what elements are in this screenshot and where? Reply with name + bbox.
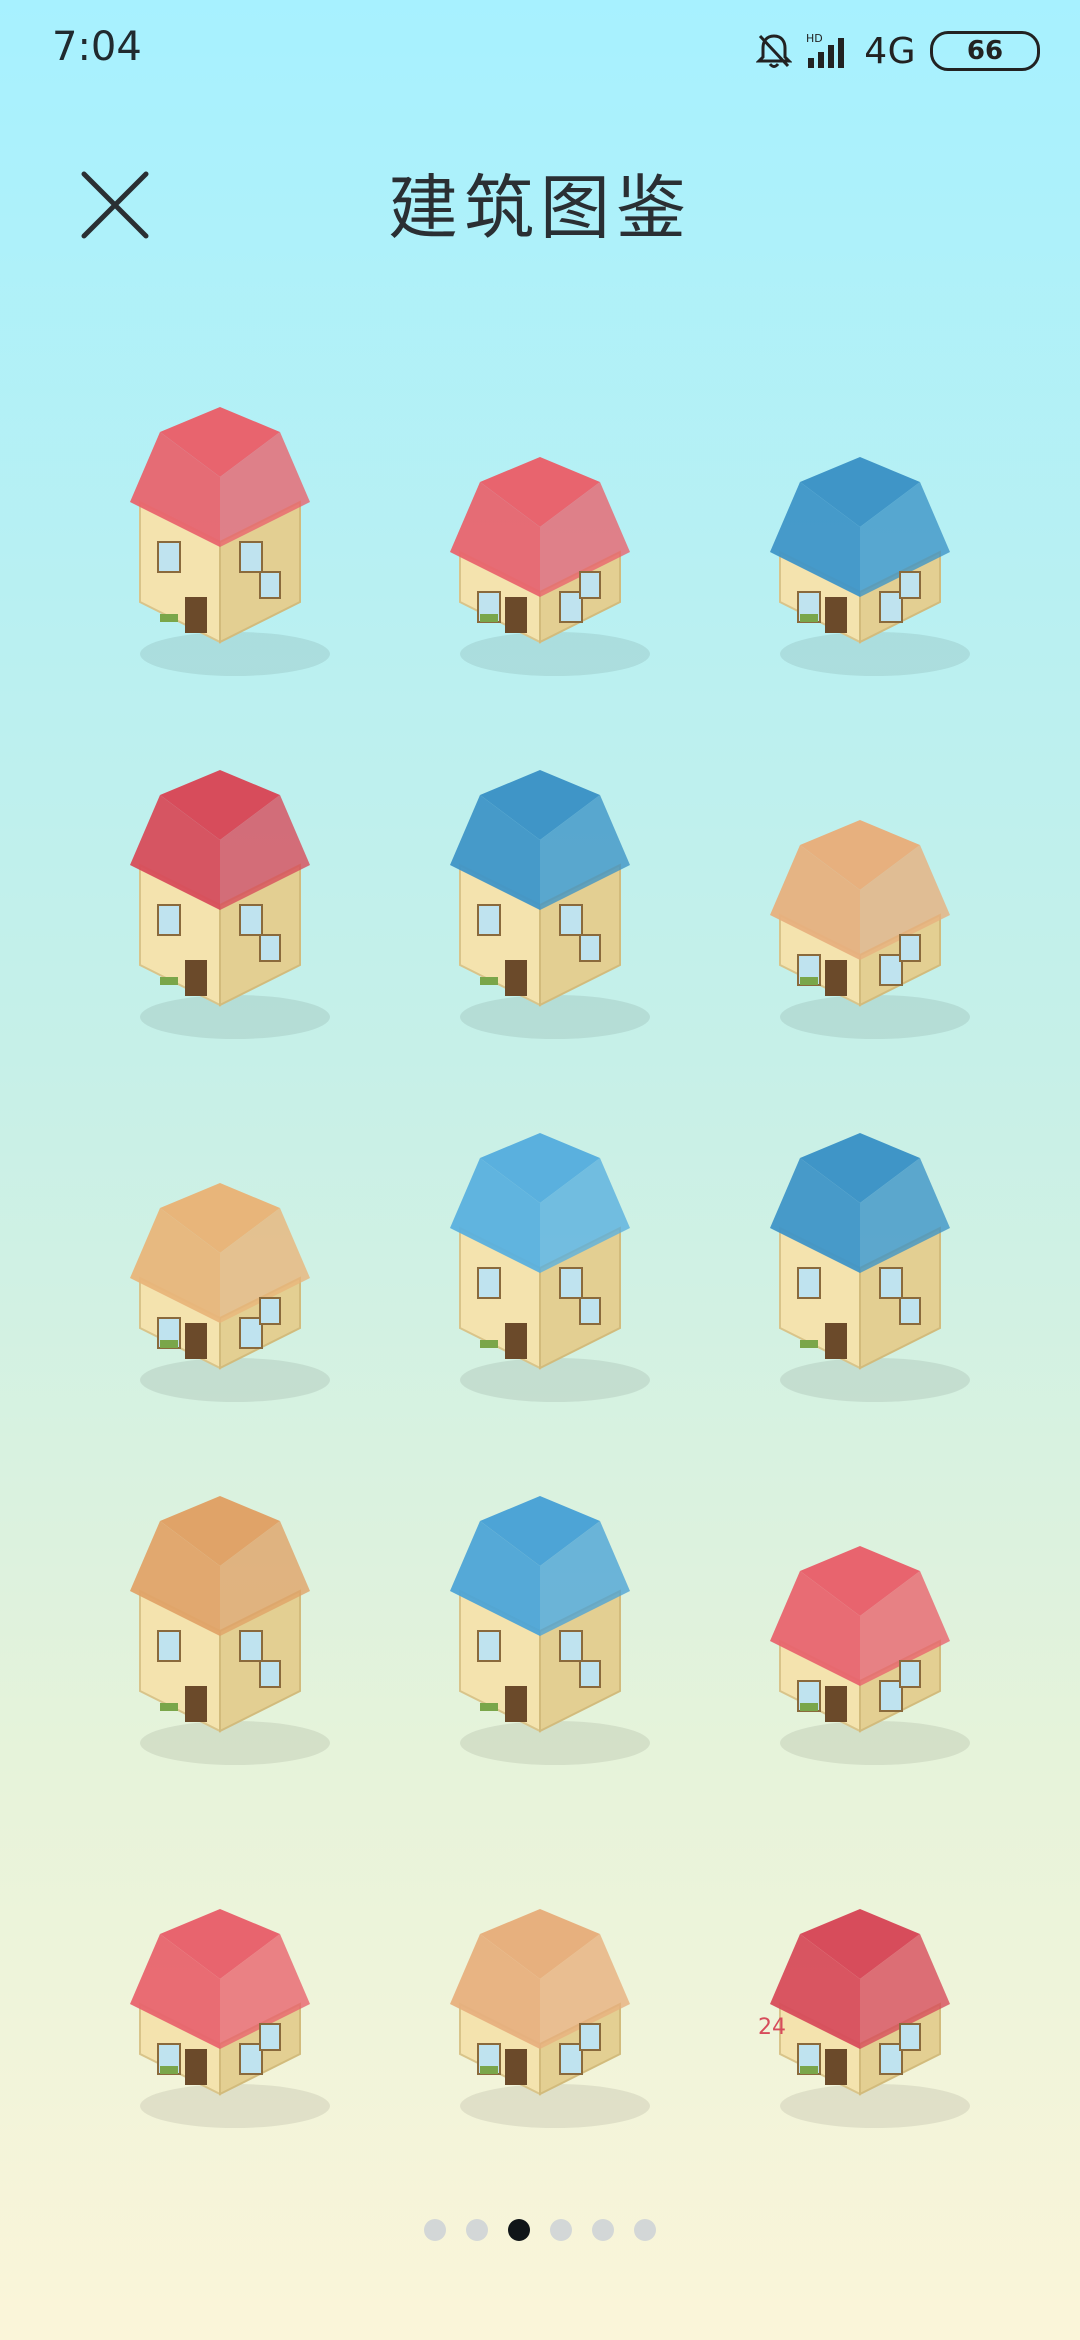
building-icon xyxy=(450,456,650,676)
status-bar: 7:04 HD 4G 66 xyxy=(0,0,1080,100)
building-grid: 24 xyxy=(60,360,1020,2175)
building-icon xyxy=(450,769,650,1039)
building-chimney-cottage[interactable] xyxy=(380,360,700,723)
building-stair-garage-house[interactable] xyxy=(700,1086,1020,1449)
building-icon xyxy=(450,1132,650,1402)
building-modern-box-house[interactable] xyxy=(60,1449,380,1812)
building-open-cutaway-house[interactable] xyxy=(60,1812,380,2175)
building-cafe-house[interactable] xyxy=(380,1812,700,2175)
page-dot-3[interactable] xyxy=(508,2219,530,2241)
building-pergola-house[interactable] xyxy=(700,723,1020,1086)
building-clock-tower-house[interactable] xyxy=(60,723,380,1086)
signal-bars-icon: HD xyxy=(806,32,845,68)
page-dot-4[interactable] xyxy=(550,2219,572,2241)
building-icon xyxy=(130,1908,330,2128)
building-icon xyxy=(130,769,330,1039)
building-icon xyxy=(450,1908,650,2128)
building-icon xyxy=(130,1182,330,1402)
header: 建筑图鉴 xyxy=(0,130,1080,280)
building-blue-balcony-apartment[interactable] xyxy=(380,723,700,1086)
building-telescope-house[interactable] xyxy=(60,1086,380,1449)
page-dot-2[interactable] xyxy=(466,2219,488,2241)
building-satellite-blue-house[interactable] xyxy=(700,360,1020,723)
building-icon xyxy=(770,456,970,676)
building-heart-house[interactable] xyxy=(60,360,380,723)
building-icon xyxy=(130,1495,330,1765)
status-time: 7:04 xyxy=(52,24,142,70)
building-round-blue-tower[interactable] xyxy=(380,1449,700,1812)
network-type: 4G xyxy=(864,30,916,72)
status-icons: HD 4G 66 xyxy=(756,26,1040,76)
page-title: 建筑图鉴 xyxy=(388,167,692,249)
building-icon xyxy=(770,1545,970,1765)
page-indicator xyxy=(0,2219,1080,2241)
store-sign: 24 xyxy=(758,2015,786,2040)
building-icon xyxy=(450,1495,650,1765)
building-icon xyxy=(770,819,970,1039)
page-dot-1[interactable] xyxy=(424,2219,446,2241)
bell-muted-icon xyxy=(756,34,793,68)
building-icon xyxy=(130,406,330,676)
building-icon xyxy=(770,1132,970,1402)
building-blue-gable-villa[interactable] xyxy=(380,1086,700,1449)
building-flag-pavilion[interactable] xyxy=(700,1449,1020,1812)
hd-label: HD xyxy=(806,32,823,45)
page-dot-5[interactable] xyxy=(592,2219,614,2241)
building-icon: 24 xyxy=(758,1908,970,2128)
building-24h-store[interactable]: 24 xyxy=(700,1812,1020,2175)
page-dot-6[interactable] xyxy=(634,2219,656,2241)
battery-icon: 66 xyxy=(930,31,1040,71)
battery-level: 66 xyxy=(966,36,1004,66)
